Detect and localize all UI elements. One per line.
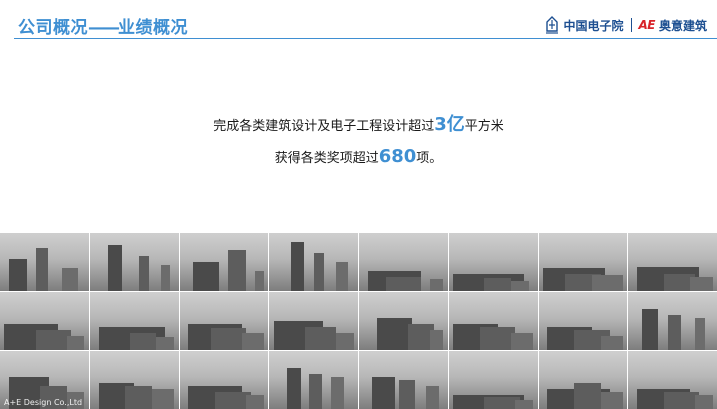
project-photo [179, 351, 269, 409]
building-shape [425, 385, 439, 409]
project-photo [269, 233, 358, 291]
project-photo [448, 292, 538, 350]
building-shape [398, 380, 415, 409]
project-photo-grid: A+E Design Co.,Ltd [0, 233, 717, 409]
building-shape [129, 332, 157, 350]
line1-pre: 完成各类建筑设计及电子工程设计超过 [213, 119, 435, 134]
line2-pre: 获得各类奖项超过 [274, 151, 379, 166]
building-shape [510, 280, 529, 291]
building-shape [600, 391, 623, 409]
building-shape [254, 270, 264, 291]
area-highlight: 3亿 [434, 114, 465, 135]
building-shape [304, 326, 336, 350]
building-shape [313, 253, 325, 291]
building-shape [430, 329, 444, 350]
project-photo [538, 292, 628, 350]
building-shape [8, 259, 27, 291]
brand-cec-name: 中国电子院 [563, 18, 624, 33]
building-shape [287, 368, 302, 409]
title-sub: 业绩概况 [118, 18, 188, 38]
building-shape [335, 262, 349, 291]
ae-logo-icon: AE [638, 18, 656, 32]
building-shape [335, 332, 354, 350]
performance-summary: 完成各类建筑设计及电子工程设计超过3亿平方米 获得各类奖项超过680项。 [0, 110, 717, 174]
building-shape [35, 247, 48, 291]
line1-post: 平方米 [464, 119, 504, 134]
summary-line-area: 完成各类建筑设计及电子工程设计超过3亿平方米 [0, 110, 717, 142]
building-shape [246, 394, 264, 409]
building-shape [241, 332, 264, 350]
building-shape [515, 400, 534, 409]
project-photo [89, 292, 179, 350]
building-shape [600, 335, 623, 350]
brand-logos: 中国电子院 AE 奥意建筑 [545, 14, 707, 36]
project-photo [269, 351, 358, 409]
building-shape [694, 394, 713, 409]
building-shape [192, 262, 220, 291]
building-shape [372, 377, 395, 409]
building-shape [641, 309, 658, 350]
brand-ae-name: 奥意建筑 [658, 18, 707, 33]
building-shape [228, 250, 247, 291]
building-shape [574, 382, 601, 409]
line2-post: 项。 [416, 151, 443, 166]
project-photo [179, 233, 269, 291]
project-photo [628, 292, 717, 350]
project-photo [628, 351, 717, 409]
project-photo [448, 233, 538, 291]
project-photo [448, 351, 538, 409]
building-shape [385, 276, 422, 291]
awards-highlight: 680 [378, 146, 417, 167]
building-shape [66, 335, 85, 350]
project-photo [179, 292, 269, 350]
slide-header: 公司概况——业绩概况 中国电子院 AE 奥意建筑 [0, 0, 717, 40]
building-shape [138, 256, 150, 291]
building-shape [107, 244, 122, 291]
page-title: 公司概况——业绩概况 [18, 13, 188, 38]
project-photo [89, 351, 179, 409]
building-shape [151, 388, 175, 409]
building-shape [309, 374, 322, 409]
project-photo [0, 233, 89, 291]
project-photo [0, 292, 89, 350]
building-shape [591, 274, 623, 291]
building-shape [331, 377, 344, 409]
building-shape [62, 267, 79, 291]
building-shape [291, 241, 304, 291]
building-shape [510, 332, 534, 350]
project-photo: A+E Design Co.,Ltd [0, 351, 89, 409]
title-main: 公司概况 [18, 18, 88, 38]
building-shape [160, 264, 170, 291]
photo-watermark: A+E Design Co.,Ltd [4, 398, 83, 407]
project-photo [359, 233, 448, 291]
brand-divider [630, 18, 632, 32]
project-photo [359, 292, 448, 350]
building-shape [430, 279, 444, 291]
project-photo [269, 292, 358, 350]
project-photo [628, 233, 717, 291]
building-shape [694, 318, 706, 350]
project-photo [359, 351, 448, 409]
building-shape [156, 337, 175, 350]
building-shape [484, 278, 511, 291]
summary-line-awards: 获得各类奖项超过680项。 [0, 142, 717, 174]
cec-emblem-icon [546, 16, 559, 34]
title-dash: —— [88, 18, 120, 38]
header-divider [14, 38, 717, 39]
building-shape [668, 315, 681, 350]
building-shape [690, 276, 713, 291]
project-photo [538, 233, 628, 291]
project-photo [89, 233, 179, 291]
project-photo [538, 351, 628, 409]
building-shape [125, 385, 152, 409]
